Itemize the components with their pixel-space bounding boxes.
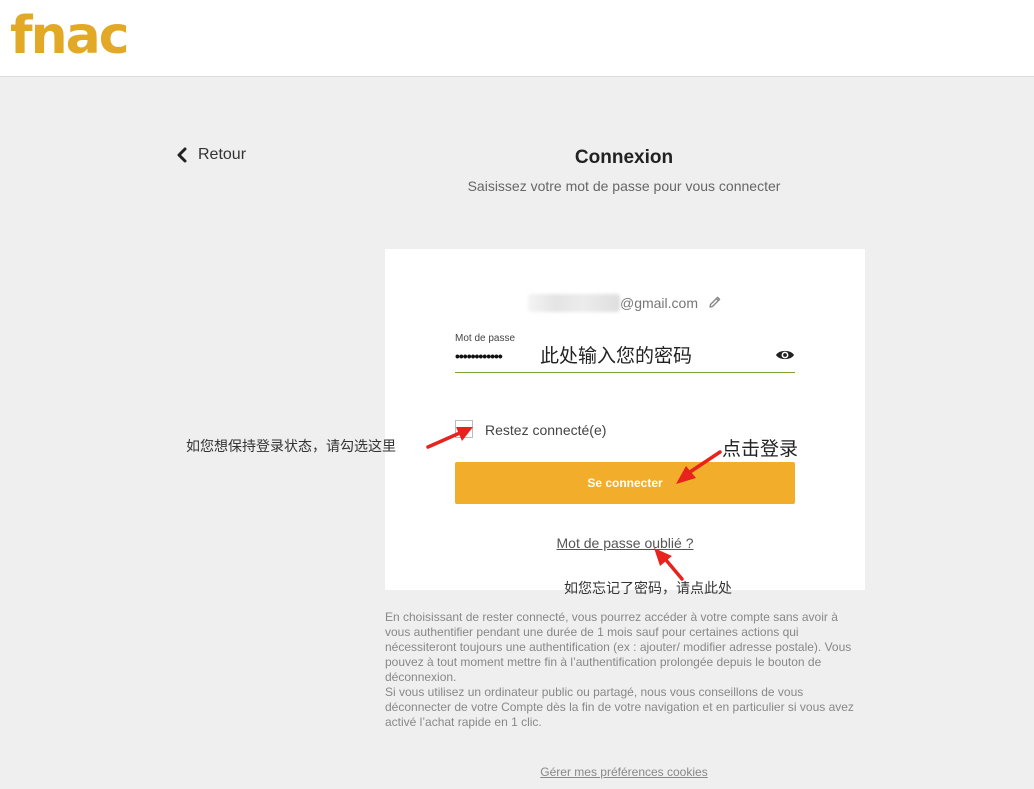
password-value: •••••••••••• bbox=[455, 348, 503, 364]
remember-me-label[interactable]: Restez connecté(e) bbox=[485, 422, 606, 438]
page-title: Connexion bbox=[574, 147, 674, 168]
back-label: Retour bbox=[198, 146, 247, 163]
login-hint-annotation: 点击登录 bbox=[722, 438, 799, 460]
arrow-icon bbox=[654, 548, 684, 581]
info-paragraph: En choisissant de rester connecté, vous … bbox=[385, 610, 852, 684]
password-hint-annotation: 此处输入您的密码 bbox=[540, 345, 693, 367]
forgot-password-link[interactable]: Mot de passe oublié ? bbox=[385, 535, 865, 551]
account-email: @gmail.com bbox=[385, 294, 865, 312]
forgot-hint-annotation: 如您忘记了密码，请点此处 bbox=[564, 581, 732, 597]
info-paragraph: Si vous utilisez un ordinateur public ou… bbox=[385, 685, 854, 729]
login-button[interactable]: Se connecter bbox=[455, 462, 795, 504]
chevron-left-icon bbox=[176, 147, 188, 163]
eye-icon[interactable] bbox=[775, 348, 795, 367]
email-redacted bbox=[527, 294, 620, 312]
page-subtitle: Saisissez votre mot de passe pour vous c… bbox=[467, 178, 781, 194]
email-suffix: @gmail.com bbox=[619, 295, 698, 311]
pencil-icon[interactable] bbox=[708, 295, 722, 312]
password-label: Mot de passe bbox=[455, 333, 516, 344]
site-header: fnac bbox=[0, 0, 1034, 77]
arrow-icon bbox=[426, 427, 473, 449]
remember-me-info: En choisissant de rester connecté, vous … bbox=[385, 610, 865, 730]
cookie-preferences-link[interactable]: Gérer mes préférences cookies bbox=[384, 765, 864, 779]
back-link[interactable]: Retour bbox=[176, 146, 246, 164]
remember-hint-annotation: 如您想保持登录状态，请勾选这里 bbox=[186, 439, 396, 455]
fnac-logo[interactable]: fnac bbox=[10, 6, 130, 66]
arrow-icon bbox=[676, 450, 722, 484]
